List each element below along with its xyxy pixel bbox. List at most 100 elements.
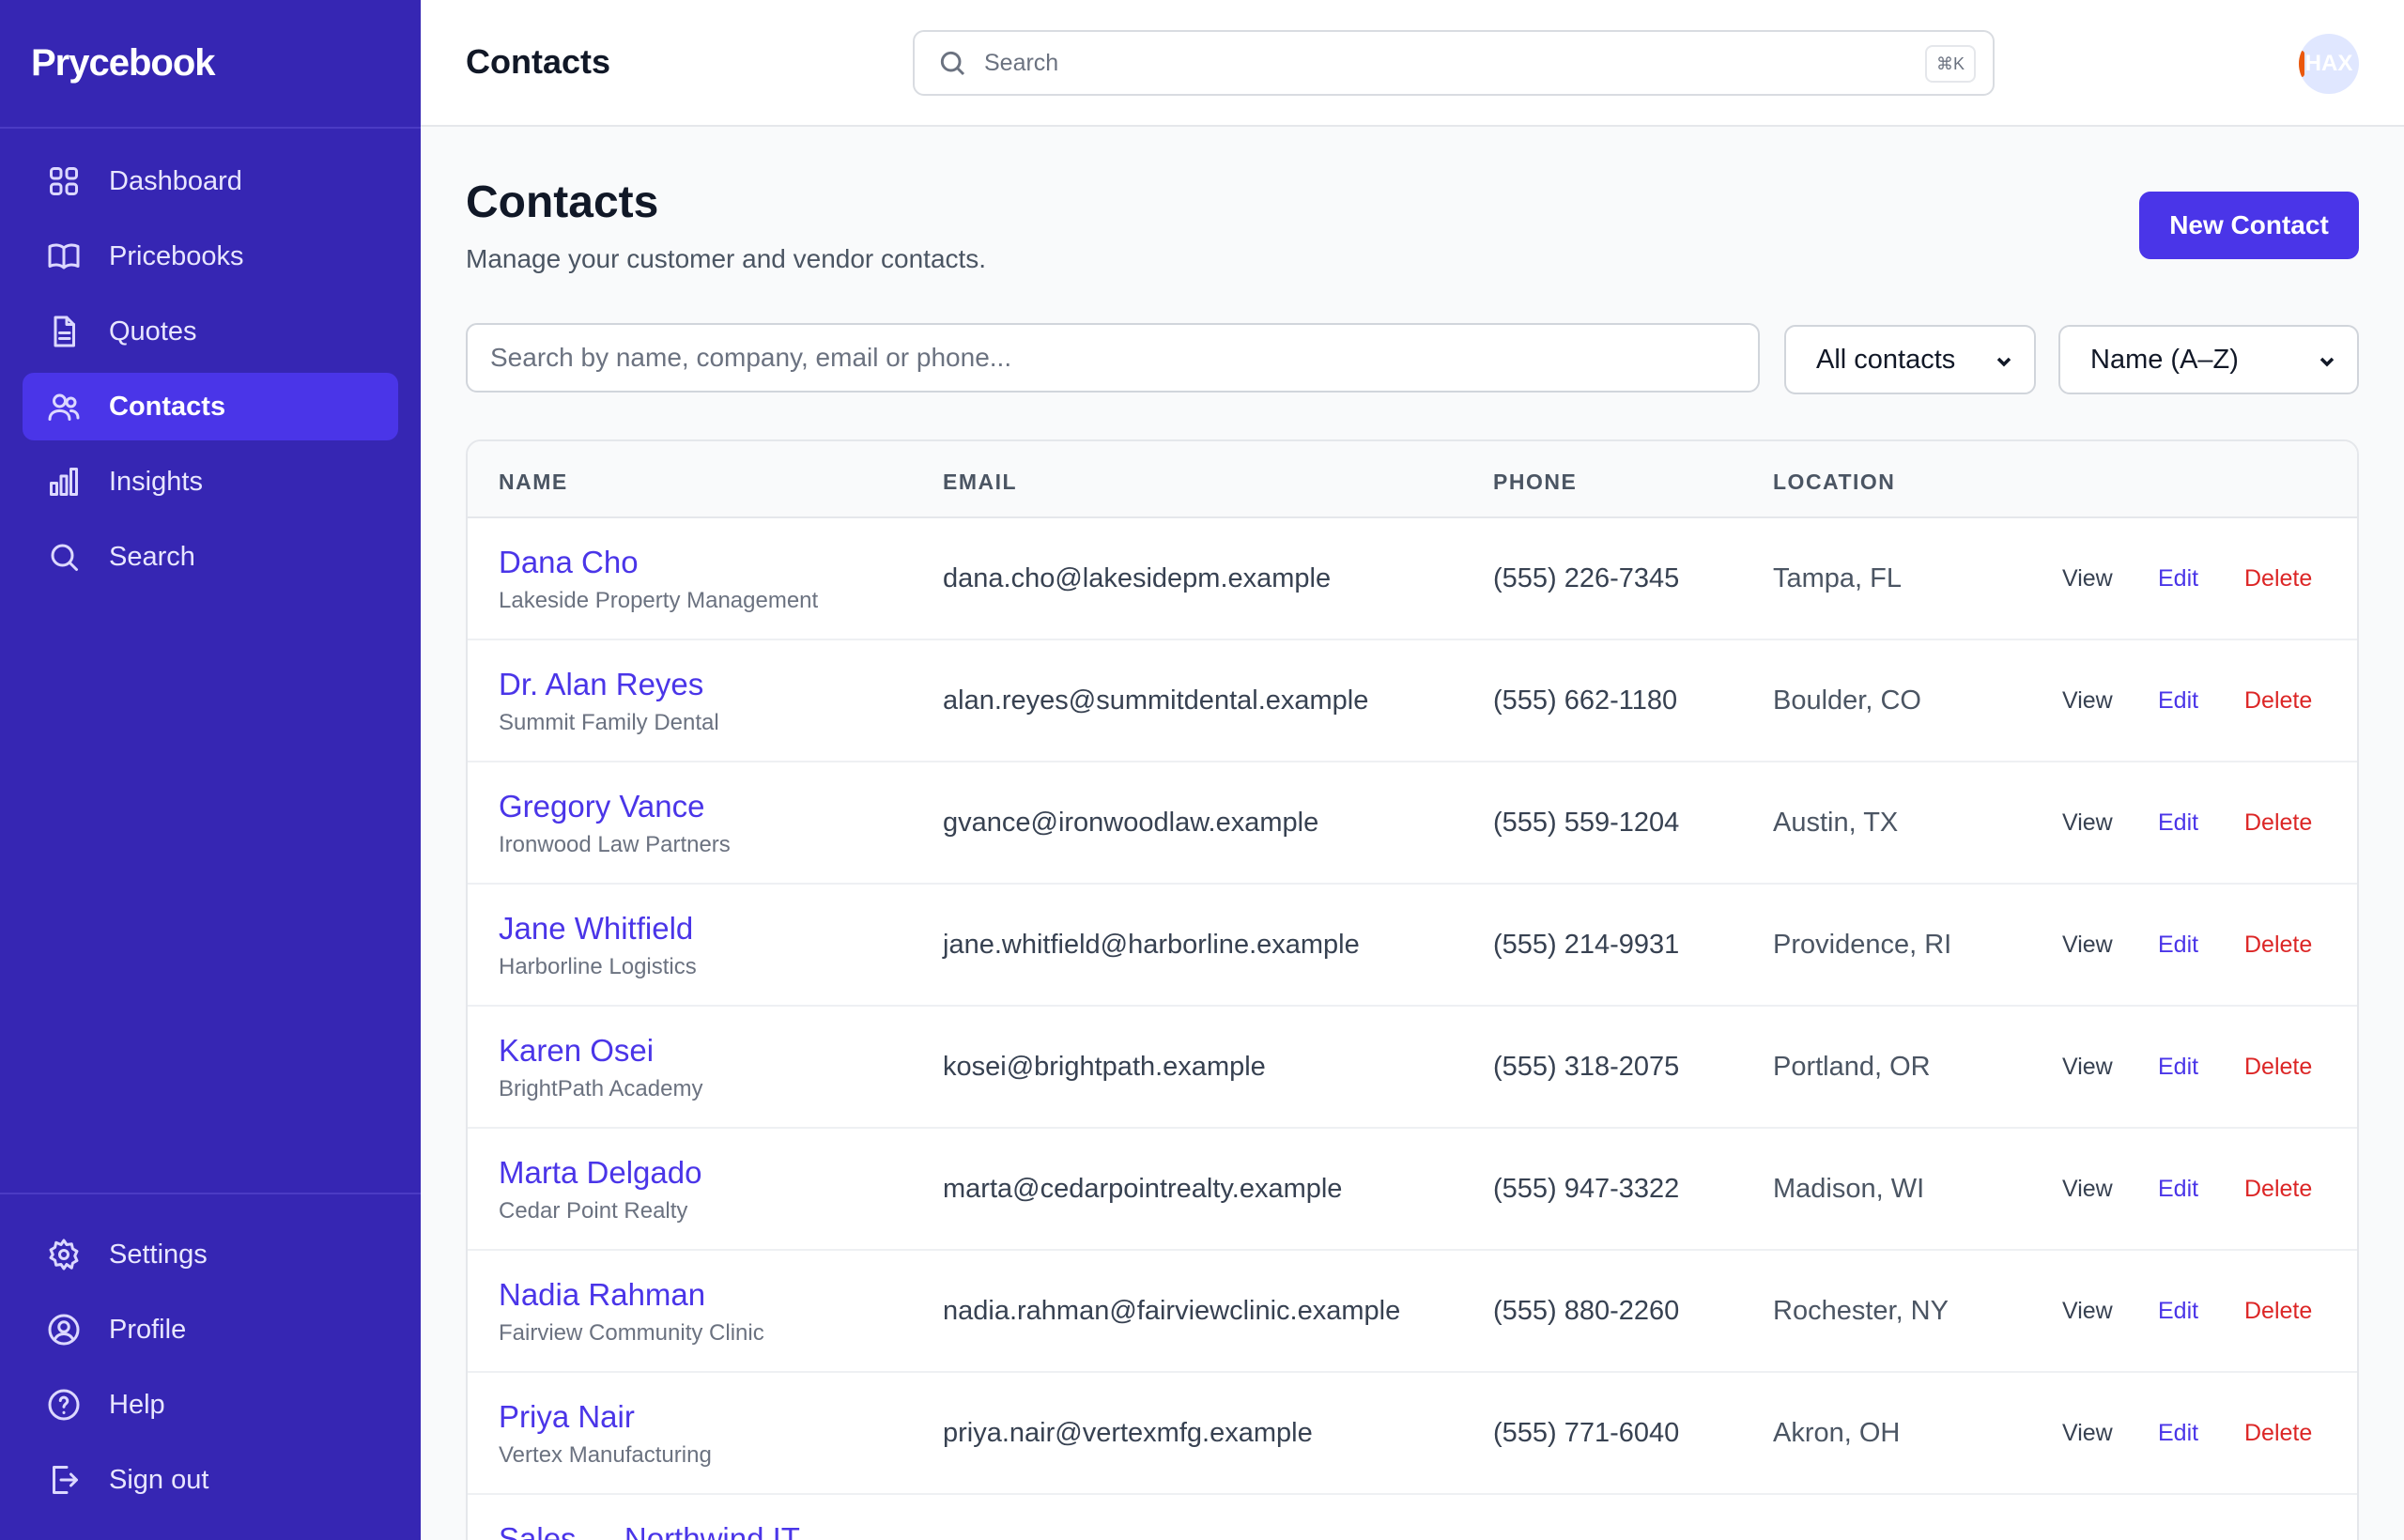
contact-name-link[interactable]: Dr. Alan Reyes (499, 667, 719, 702)
contact-name-link[interactable]: Dana Cho (499, 545, 818, 580)
contact-company: Harborline Logistics (499, 954, 697, 979)
contact-name-link[interactable]: Sales — Northwind IT (499, 1521, 800, 1540)
table-body: Dana Cho Lakeside Property Management dana… (468, 518, 2357, 1540)
sidebar-item-dashboard[interactable]: Dashboard (23, 147, 398, 215)
contact-email: marta@cedarpointrealty.example (943, 1174, 1343, 1204)
sidebar-item-pricebooks[interactable]: Pricebooks (23, 223, 398, 290)
table-row: Dana Cho Lakeside Property Management dana… (468, 518, 2357, 640)
delete-contact-link[interactable]: Delete (2244, 932, 2312, 959)
column-header-phone[interactable]: PHONE (1493, 470, 1577, 495)
global-search[interactable]: ⌘K (913, 30, 1995, 96)
contact-phone: (555) 662-1180 (1493, 685, 1678, 716)
sidebar-item-label: Insights (109, 466, 203, 497)
avatar[interactable]: HAX (2299, 34, 2359, 94)
users-icon (45, 388, 83, 425)
sidebar-item-search[interactable]: Search (23, 523, 398, 591)
contact-name-link[interactable]: Gregory Vance (499, 789, 731, 824)
sidebar-item-label: Quotes (109, 316, 197, 346)
sidebar-item-quotes[interactable]: Quotes (23, 298, 398, 365)
sidebar-item-help[interactable]: Help (23, 1371, 398, 1439)
sidebar-item-profile[interactable]: Profile (23, 1296, 398, 1363)
view-contact-link[interactable]: View (2062, 932, 2113, 959)
contact-location: Austin, TX (1773, 808, 1899, 838)
edit-contact-link[interactable]: Edit (2158, 809, 2198, 837)
sort-select[interactable]: Name (A–Z) (2058, 325, 2359, 394)
sidebar-item-label: Search (109, 541, 195, 572)
delete-contact-link[interactable]: Delete (2244, 1176, 2312, 1203)
contact-name-cell: Karen Osei BrightPath Academy (499, 1033, 702, 1102)
contact-name-cell: Dana Cho Lakeside Property Management (499, 545, 818, 614)
view-contact-link[interactable]: View (2062, 1176, 2113, 1203)
contact-location: Akron, OH (1773, 1418, 1901, 1448)
search-icon (940, 51, 965, 76)
sidebar-item-settings[interactable]: Settings (23, 1221, 398, 1288)
sidebar-item-insights[interactable]: Insights (23, 448, 398, 516)
sort-value: Name (A–Z) (2090, 344, 2239, 375)
contact-phone: (555) 559-1204 (1493, 808, 1680, 838)
delete-contact-link[interactable]: Delete (2244, 1298, 2312, 1325)
contact-company: Lakeside Property Management (499, 588, 819, 613)
contact-location: Portland, OR (1773, 1052, 1931, 1082)
view-contact-link[interactable]: View (2062, 687, 2113, 715)
edit-contact-link[interactable]: Edit (2158, 1176, 2198, 1203)
contact-location: Providence, RI (1773, 930, 1952, 960)
search-shortcut-badge: ⌘K (1924, 45, 1976, 83)
view-contact-link[interactable]: View (2062, 1054, 2113, 1081)
contact-type-value: All contacts (1816, 344, 1956, 375)
contact-name-link[interactable]: Priya Nair (499, 1399, 712, 1435)
delete-contact-link[interactable]: Delete (2244, 687, 2312, 715)
sidebar-item-label: Sign out (109, 1464, 209, 1495)
sidebar-bottom-nav: Settings Profile Help Sign out (0, 1193, 421, 1540)
contact-location: Rochester, NY (1773, 1296, 1949, 1326)
contact-name-cell: Marta Delgado Cedar Point Realty (499, 1155, 701, 1224)
delete-contact-link[interactable]: Delete (2244, 809, 2312, 837)
contact-name-link[interactable]: Nadia Rahman (499, 1277, 764, 1313)
sidebar-item-contacts[interactable]: Contacts (23, 373, 398, 440)
contact-type-select[interactable]: All contacts (1784, 325, 2036, 394)
contacts-table: NAME EMAIL PHONE LOCATION Dana Cho Lakesi… (466, 439, 2359, 1540)
contact-name-link[interactable]: Jane Whitfield (499, 911, 697, 947)
view-contact-link[interactable]: View (2062, 809, 2113, 837)
contact-location: Tampa, FL (1773, 563, 1902, 593)
sidebar-item-sign-out[interactable]: Sign out (23, 1446, 398, 1514)
table-row: Gregory Vance Ironwood Law Partners gvance… (468, 762, 2357, 885)
contact-phone: (555) 318-2075 (1493, 1052, 1680, 1082)
contact-company: Cedar Point Realty (499, 1198, 688, 1224)
view-contact-link[interactable]: View (2062, 1298, 2113, 1325)
topbar-title: Contacts (466, 42, 611, 81)
contact-name-link[interactable]: Karen Osei (499, 1033, 702, 1069)
column-header-location[interactable]: LOCATION (1773, 470, 1895, 495)
delete-contact-link[interactable]: Delete (2244, 1420, 2312, 1447)
top-bar: Contacts ⌘K HAX (421, 0, 2404, 127)
contact-email: priya.nair@vertexmfg.example (943, 1418, 1313, 1448)
edit-contact-link[interactable]: Edit (2158, 1298, 2198, 1325)
contact-email: dana.cho@lakesidepm.example (943, 563, 1332, 593)
global-search-input[interactable] (984, 49, 1829, 77)
delete-contact-link[interactable]: Delete (2244, 565, 2312, 593)
edit-contact-link[interactable]: Edit (2158, 565, 2198, 593)
document-icon (45, 313, 83, 350)
edit-contact-link[interactable]: Edit (2158, 932, 2198, 959)
contact-name-cell: Dr. Alan Reyes Summit Family Dental (499, 667, 719, 736)
brand-logo[interactable]: Prycebook (0, 0, 421, 129)
contact-search-input[interactable] (466, 323, 1760, 393)
contact-name-cell: Nadia Rahman Fairview Community Clinic (499, 1277, 764, 1347)
view-contact-link[interactable]: View (2062, 1420, 2113, 1447)
contact-phone: (555) 214-9931 (1493, 930, 1680, 960)
new-contact-button[interactable]: New Contact (2139, 192, 2359, 259)
column-header-email[interactable]: EMAIL (943, 470, 1017, 495)
chevron-down-icon (1993, 349, 2015, 372)
contact-name-link[interactable]: Marta Delgado (499, 1155, 701, 1191)
table-header: NAME EMAIL PHONE LOCATION (468, 441, 2357, 518)
contact-company: Vertex Manufacturing (499, 1442, 712, 1468)
edit-contact-link[interactable]: Edit (2158, 1054, 2198, 1081)
contact-company: Ironwood Law Partners (499, 832, 731, 857)
view-contact-link[interactable]: View (2062, 565, 2113, 593)
contact-phone: (555) 226-7345 (1493, 563, 1680, 593)
edit-contact-link[interactable]: Edit (2158, 687, 2198, 715)
edit-contact-link[interactable]: Edit (2158, 1420, 2198, 1447)
user-circle-icon (45, 1311, 83, 1348)
sidebar-item-label: Dashboard (109, 165, 242, 196)
delete-contact-link[interactable]: Delete (2244, 1054, 2312, 1081)
column-header-name[interactable]: NAME (499, 470, 568, 495)
